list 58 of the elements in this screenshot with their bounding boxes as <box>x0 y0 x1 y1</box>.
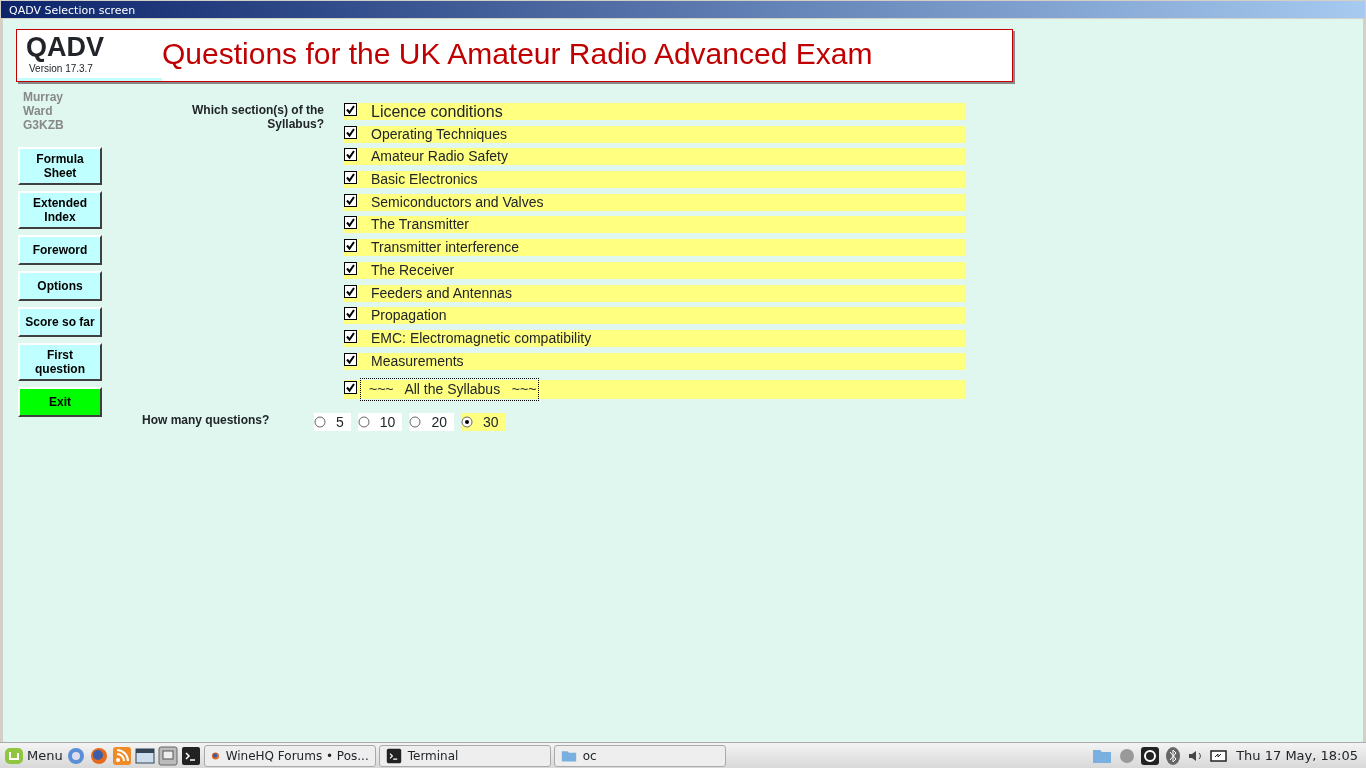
taskbar-button[interactable]: WineHQ Forums • Pos... <box>203 744 376 767</box>
browser-icon[interactable] <box>65 745 86 766</box>
section-label: Amateur Radio Safety <box>371 147 508 167</box>
terminal-icon[interactable] <box>180 745 201 766</box>
sidebar-button[interactable]: Foreword <box>18 235 102 265</box>
section-label: Transmitter interference <box>371 238 520 258</box>
network-icon[interactable] <box>1140 745 1161 766</box>
window-icon[interactable] <box>134 745 155 766</box>
author-name: Murray Ward G3KZB <box>23 90 65 132</box>
section-label: EMC: Electromagnetic compatibility <box>371 328 592 348</box>
section-label: Semiconductors and Valves <box>371 192 544 212</box>
checkbox[interactable] <box>344 125 357 139</box>
sidebar-button[interactable]: Formula Sheet <box>18 147 102 185</box>
clock-label: Thu 17 May, 18:05 <box>1236 746 1358 765</box>
checkbox[interactable] <box>344 284 357 298</box>
radio-icon <box>357 416 370 429</box>
checkbox[interactable] <box>344 261 357 275</box>
checkbox[interactable] <box>344 216 357 230</box>
version-label: Version 17.3.7 <box>28 62 94 76</box>
checkbox[interactable] <box>344 329 357 343</box>
sections-label: Which section(s) of the Syllabus? <box>191 103 324 133</box>
section-label: Feeders and Antennas <box>371 283 512 303</box>
start-menu-button[interactable]: Menu <box>27 745 63 766</box>
section-label: The Transmitter <box>371 215 470 235</box>
radio-option[interactable]: 30 <box>460 413 506 432</box>
radio-option[interactable]: 10 <box>357 413 403 432</box>
checkbox[interactable] <box>344 307 357 321</box>
section-label: Basic Electronics <box>371 170 478 190</box>
window-title: QADV Selection screen <box>0 0 1366 19</box>
radio-icon <box>409 416 422 429</box>
section-label: Propagation <box>371 306 447 326</box>
sidebar-button[interactable]: Options <box>18 271 102 301</box>
sidebar-button[interactable]: First question <box>18 343 102 381</box>
questions-label: How many questions? <box>142 413 271 430</box>
section-label: Licence conditions <box>371 101 503 122</box>
exit-button[interactable]: Exit <box>18 387 102 417</box>
section-label: Operating Techniques <box>371 124 507 144</box>
terminal-icon <box>385 747 402 764</box>
checkbox[interactable] <box>344 193 357 207</box>
section-label: Measurements <box>371 351 464 371</box>
app-logo-text: QADV <box>26 33 105 61</box>
checkbox[interactable] <box>344 380 357 394</box>
checkbox[interactable] <box>344 352 357 366</box>
all-syllabus-label: ~~~ All the Syllabus ~~~ <box>361 378 539 400</box>
radio-icon <box>314 416 326 429</box>
radio-option[interactable]: 20 <box>409 413 454 432</box>
app-title: Questions for the UK Amateur Radio Advanced Exam <box>162 36 873 72</box>
taskbar-button[interactable]: Terminal <box>378 744 551 767</box>
sidebar-button[interactable]: Extended Index <box>18 191 102 229</box>
taskbar-button[interactable]: oc <box>553 744 726 767</box>
checkbox[interactable] <box>344 148 357 162</box>
checkbox[interactable] <box>344 171 357 185</box>
checkbox[interactable] <box>344 239 357 253</box>
checkbox[interactable] <box>344 103 357 116</box>
section-label: The Receiver <box>371 260 455 280</box>
radio-option[interactable]: 5 <box>314 413 351 432</box>
radio-icon <box>460 416 473 429</box>
sidebar-button[interactable]: Score so far <box>18 307 102 337</box>
